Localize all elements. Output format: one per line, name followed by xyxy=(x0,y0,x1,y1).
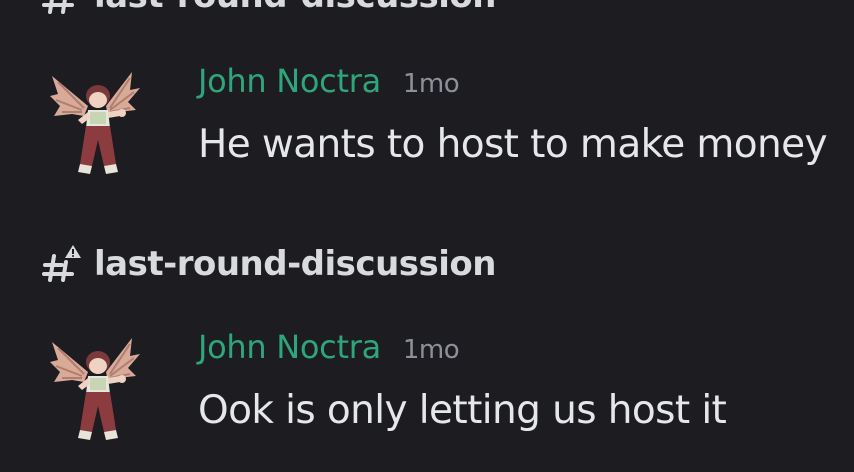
channel-name: last-round-discussion xyxy=(94,244,496,284)
avatar[interactable] xyxy=(48,332,142,448)
hash-icon xyxy=(40,0,84,16)
message-header: John Noctra 1mo xyxy=(198,62,460,106)
message-item[interactable]: John Noctra 1mo He wants to host to make… xyxy=(48,62,854,192)
winged-character-avatar-icon xyxy=(50,72,140,174)
channel-name: last-round-discussion xyxy=(94,0,496,16)
message-item[interactable]: John Noctra 1mo Ook is only letting us h… xyxy=(48,328,854,458)
message-timestamp: 1mo xyxy=(402,335,460,365)
channel-header[interactable]: last-round-discussion xyxy=(40,244,496,284)
chat-screen: last-round-discussion xyxy=(0,0,854,472)
winged-character-avatar-icon xyxy=(50,338,140,440)
channel-header-top[interactable]: last-round-discussion xyxy=(40,0,496,16)
author-name[interactable]: John Noctra xyxy=(198,62,381,100)
message-timestamp: 1mo xyxy=(402,69,460,99)
message-header: John Noctra 1mo xyxy=(198,328,460,372)
message-content: Ook is only letting us host it xyxy=(198,388,727,433)
author-name[interactable]: John Noctra xyxy=(198,328,381,366)
message-content: He wants to host to make money xyxy=(198,122,828,167)
text-channel-warning-icon xyxy=(40,244,84,284)
avatar[interactable] xyxy=(48,66,142,182)
